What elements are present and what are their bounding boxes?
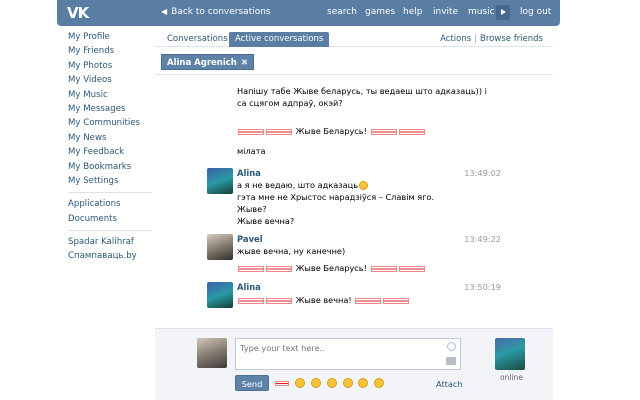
sidebar-divider xyxy=(68,230,152,232)
emoji-icon[interactable] xyxy=(447,342,456,351)
flag-icon xyxy=(370,265,397,272)
flag-icon xyxy=(238,297,264,304)
back-label: Back to conversations xyxy=(171,7,271,17)
blush-emoji-icon[interactable] xyxy=(374,378,385,388)
sidebar-item-music[interactable]: My Music xyxy=(68,88,152,102)
message-text: гэта мне не Хрыстос нарадзіўся – Славім … xyxy=(237,192,435,202)
message-author[interactable]: Pavel xyxy=(237,234,263,244)
sidebar-item-settings[interactable]: My Settings xyxy=(68,174,152,188)
tab-active-conversations[interactable]: Active conversations xyxy=(229,32,330,47)
message-text: Жыве? xyxy=(237,204,267,214)
message-text: мілата xyxy=(237,146,266,156)
message-text: Жыве вечна? xyxy=(237,216,295,226)
chevron-left-icon: ◀ xyxy=(161,7,168,16)
nav-search[interactable]: search xyxy=(327,7,357,17)
avatar[interactable] xyxy=(207,168,233,194)
sidebar-item-documents[interactable]: Documents xyxy=(68,212,152,226)
message-text-inline: а я не ведаю, што адказаць xyxy=(237,180,359,190)
nav-invite[interactable]: invite xyxy=(433,7,458,17)
sidebar-item-news[interactable]: My News xyxy=(68,131,152,145)
online-status: online xyxy=(500,373,523,382)
camera-icon[interactable] xyxy=(446,357,456,365)
vk-logo[interactable]: VK xyxy=(67,4,95,22)
nav-music[interactable]: music xyxy=(468,7,495,17)
avatar[interactable] xyxy=(207,282,233,308)
message-placeholder: Type your text here.. xyxy=(240,343,325,353)
flag-icon xyxy=(355,297,382,304)
sidebar-item-communities[interactable]: My Communities xyxy=(68,116,152,130)
compose-panel: Type your text here.. Send Attach online xyxy=(155,328,553,400)
nav-help[interactable]: help xyxy=(403,7,422,17)
sidebar: My Profile My Friends My Photos My Video… xyxy=(68,30,152,264)
flag-icon xyxy=(266,265,292,272)
emoji-bar xyxy=(275,378,387,390)
send-button[interactable]: Send xyxy=(235,375,269,391)
message-author[interactable]: Alina xyxy=(237,168,261,178)
tab-actions-group: Actions | Browse friends xyxy=(440,34,543,44)
message-time: 13:49:22 xyxy=(464,234,501,244)
attach-link[interactable]: Attach xyxy=(436,379,463,389)
message-text-inline: Жыве Беларусь! xyxy=(293,126,370,136)
message-text: Жыве Беларусь! xyxy=(237,263,426,275)
thumbs-up-emoji-icon[interactable] xyxy=(342,378,353,388)
logout-link[interactable]: log out xyxy=(520,7,551,17)
sidebar-item-profile[interactable]: My Profile xyxy=(68,30,152,44)
browse-friends-link[interactable]: Browse friends xyxy=(480,34,543,44)
sidebar-item-applications[interactable]: Applications xyxy=(68,197,152,211)
my-avatar[interactable] xyxy=(197,338,227,368)
message-list[interactable]: Напішу табе Жыве беларусь, ты ведаеш што… xyxy=(155,60,553,328)
separator: | xyxy=(474,34,478,44)
sidebar-item-friends[interactable]: My Friends xyxy=(68,44,152,58)
flag-icon xyxy=(266,128,292,135)
message-input[interactable]: Type your text here.. xyxy=(235,338,461,370)
sidebar-item-messages[interactable]: My Messages xyxy=(68,102,152,116)
smile-emoji-icon xyxy=(359,181,369,190)
flag-icon xyxy=(383,297,410,304)
flag-emoji-icon[interactable] xyxy=(275,380,289,386)
smile-emoji-icon[interactable] xyxy=(358,378,369,388)
flag-icon xyxy=(238,128,264,135)
back-to-conversations-link[interactable]: ◀ Back to conversations xyxy=(161,7,271,17)
message-text: Напішу табе Жыве беларусь, ты ведаеш што… xyxy=(237,86,487,96)
flag-icon xyxy=(238,265,264,272)
flag-icon xyxy=(398,265,425,272)
sidebar-item-photos[interactable]: My Photos xyxy=(68,59,152,73)
laugh-emoji-icon[interactable] xyxy=(310,378,321,388)
avatar[interactable] xyxy=(207,234,233,260)
message-author[interactable]: Alina xyxy=(237,282,261,292)
sidebar-divider xyxy=(68,192,152,194)
grin-emoji-icon[interactable] xyxy=(326,378,337,388)
message-text: а я не ведаю, што адказаць xyxy=(237,180,369,192)
message-text-inline: Жыве вечна! xyxy=(293,295,355,305)
flag-icon xyxy=(266,297,292,304)
message-time: 13:49:02 xyxy=(464,168,501,178)
sidebar-item-bookmarks[interactable]: My Bookmarks xyxy=(68,160,152,174)
message-text: Жыве Беларусь! xyxy=(237,126,426,138)
sidebar-item-videos[interactable]: My Videos xyxy=(68,73,152,87)
sunglasses-emoji-icon[interactable] xyxy=(294,378,305,388)
message-text: Жыве вечна! xyxy=(237,295,410,307)
message-text: са сцягом адпраў, окэй? xyxy=(237,98,343,108)
flag-icon xyxy=(398,128,425,135)
top-bar: VK ◀ Back to conversations search games h… xyxy=(57,0,560,26)
message-text-inline: Жыве Беларусь! xyxy=(293,263,370,273)
nav-games[interactable]: games xyxy=(365,7,395,17)
play-icon[interactable] xyxy=(496,5,510,20)
sidebar-item-spadar[interactable]: Spadar Kalihraf xyxy=(68,235,152,249)
sidebar-item-feedback[interactable]: My Feedback xyxy=(68,145,152,159)
flag-icon xyxy=(370,128,397,135)
sidebar-item-spampavac[interactable]: Спампаваць.by xyxy=(68,249,152,263)
message-time: 13:50:19 xyxy=(464,282,501,292)
tab-bar: Conversations Active conversations Actio… xyxy=(155,30,553,47)
actions-link[interactable]: Actions xyxy=(440,34,471,44)
message-text: жыве вечна, ну канечне) xyxy=(237,246,346,256)
peer-avatar[interactable] xyxy=(495,338,525,370)
tab-conversations[interactable]: Conversations xyxy=(161,32,234,47)
